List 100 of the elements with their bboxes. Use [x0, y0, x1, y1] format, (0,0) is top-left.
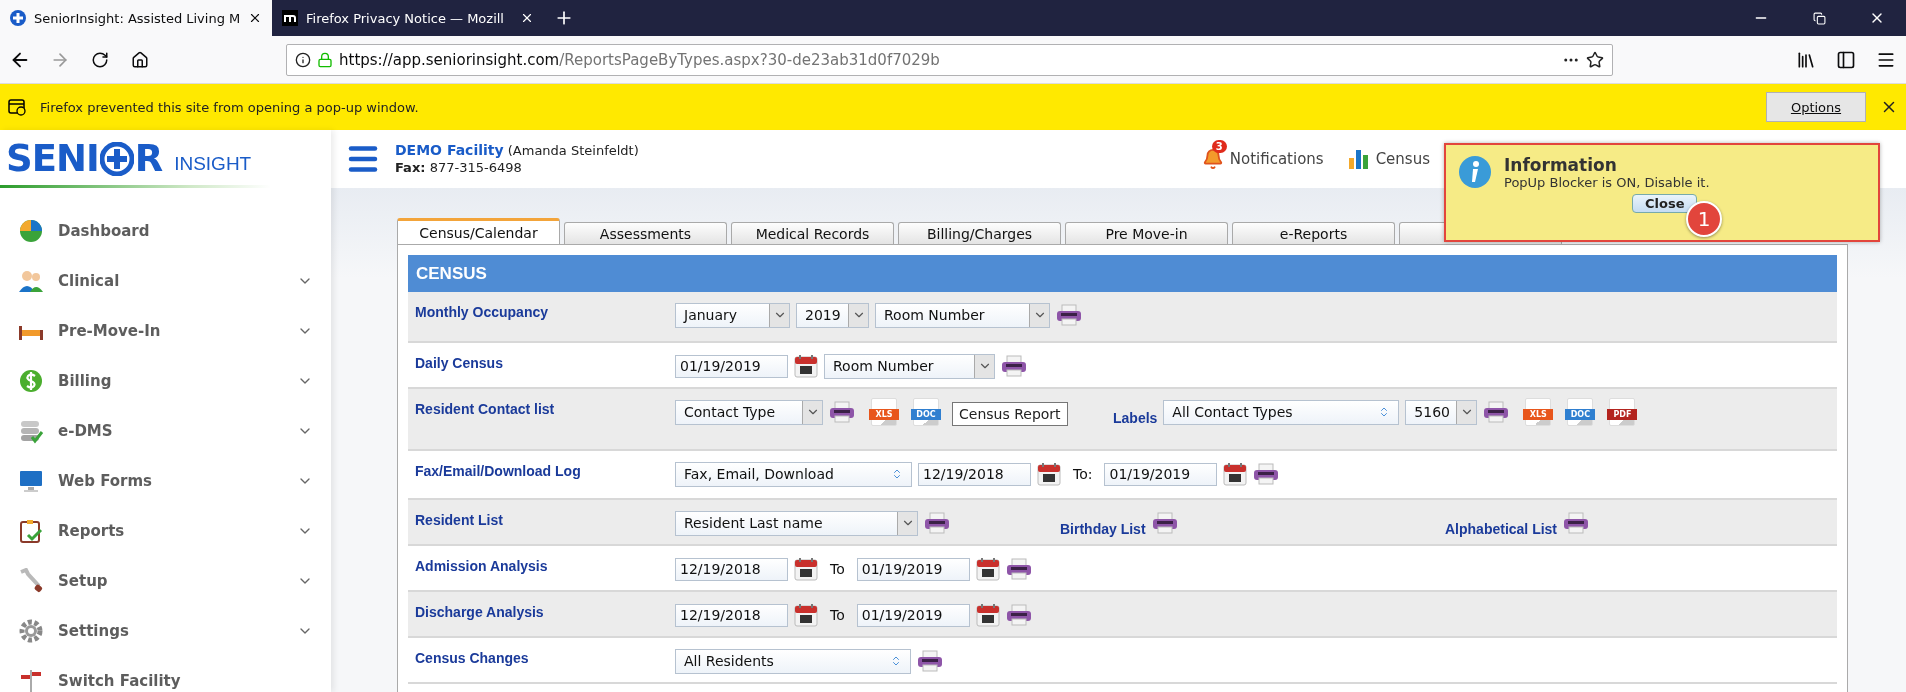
popup-blocked-icon [8, 98, 26, 116]
dropdown[interactable]: 2019 [796, 302, 869, 328]
printer-icon[interactable] [1001, 355, 1027, 377]
calendar-icon[interactable] [794, 603, 818, 627]
dropdown[interactable]: 5160 [1405, 399, 1478, 425]
printer-icon[interactable] [1563, 512, 1590, 534]
sidebar-item[interactable]: Billing [0, 356, 331, 406]
header-link[interactable]: Census [1347, 148, 1430, 170]
report-link[interactable]: Labels [1113, 410, 1158, 426]
calendar-icon[interactable] [794, 557, 818, 581]
step-badge: 1 [1686, 201, 1722, 237]
printer-icon[interactable] [924, 512, 950, 534]
calendar-icon[interactable] [1223, 462, 1248, 486]
popup-message: PopUp Blocker is ON, Disable it. [1504, 175, 1711, 190]
row-label: Discharge Analysis [415, 603, 545, 622]
dropdown[interactable]: Room Number [875, 302, 1050, 328]
favicon-icon [10, 10, 26, 26]
row-label: Monthly Occupancy [415, 303, 550, 322]
file-export-icon[interactable]: DOC [1567, 398, 1594, 426]
date-field[interactable]: 01/19/2019 [675, 354, 788, 378]
printer-icon[interactable] [1483, 401, 1510, 423]
date-field[interactable]: 01/19/2019 [856, 557, 970, 581]
printer-icon[interactable] [917, 650, 943, 672]
printer-icon[interactable] [1056, 304, 1082, 326]
tab[interactable]: e-Reports [1232, 222, 1395, 244]
tab[interactable]: Assessments [564, 222, 727, 244]
bell-icon [1201, 148, 1224, 170]
dropdown[interactable]: Resident Last name [675, 510, 918, 536]
tooltip: Census Report [952, 402, 1068, 426]
file-export-icon[interactable]: DOC [913, 398, 939, 426]
dropdown[interactable]: Contact Type [675, 399, 823, 425]
printer-icon[interactable] [829, 401, 855, 423]
calendar-icon[interactable] [1037, 462, 1061, 486]
people-icon [18, 268, 44, 294]
sidebar-item[interactable]: Dashboard [0, 206, 331, 256]
sidebar-icon[interactable] [1836, 49, 1856, 70]
date-field[interactable]: 12/19/2018 [675, 557, 788, 581]
tab[interactable]: Pre Move-in [1065, 222, 1228, 244]
restore-icon[interactable] [1812, 11, 1826, 25]
report-link[interactable]: Birthday List [1060, 521, 1146, 537]
printer-icon[interactable] [1253, 463, 1280, 485]
monitor-icon [18, 468, 44, 494]
clipboard-icon [18, 518, 44, 544]
sidebar-item[interactable]: Clinical [0, 256, 331, 306]
date-field[interactable]: 01/19/2019 [1104, 462, 1218, 486]
close-icon[interactable] [248, 11, 262, 25]
file-export-icon[interactable]: PDF [1609, 398, 1636, 426]
row-label: Admission Analysis [415, 557, 549, 576]
row-label: Census Changes [415, 649, 530, 668]
date-field[interactable]: 01/19/2019 [856, 603, 970, 627]
section-header: CENSUS [408, 255, 1837, 292]
home-icon[interactable] [131, 50, 149, 69]
browser-tab[interactable]: Firefox Privacy Notice — Mozill [272, 0, 544, 36]
file-export-icon[interactable]: XLS [1525, 398, 1552, 426]
tab[interactable]: Billing/Charges [898, 222, 1061, 244]
printer-icon[interactable] [1005, 558, 1032, 580]
close-button[interactable]: Close [1632, 194, 1698, 213]
reload-icon[interactable] [91, 50, 109, 69]
dropdown[interactable]: January [675, 302, 790, 328]
star-icon[interactable] [1586, 50, 1604, 69]
report-link[interactable]: Alphabetical List [1445, 521, 1558, 537]
address-bar[interactable]: https://app.seniorinsight.com/ReportsPageByTypes.aspx?30-de23ab31d0f7029b [286, 43, 1613, 76]
calendar-icon[interactable] [794, 354, 818, 378]
printer-icon[interactable] [1005, 604, 1032, 626]
tab[interactable]: Medical Records [731, 222, 894, 244]
lock-icon [317, 51, 333, 68]
options-button[interactable]: Options [1766, 92, 1866, 122]
row-label: Resident Contact list [415, 400, 556, 419]
dropdown[interactable]: All Residents [675, 648, 911, 674]
dropdown-arrow-icon[interactable] [890, 655, 902, 667]
sidebar-item[interactable]: Setup [0, 556, 331, 606]
sidebar-item[interactable]: e-DMS [0, 406, 331, 456]
sidebar-item[interactable]: Pre-Move-In [0, 306, 331, 356]
browser-tab[interactable]: SeniorInsight: Assisted Living M [0, 0, 272, 36]
date-field[interactable]: 12/19/2018 [675, 603, 788, 627]
row-label: Daily Census [415, 354, 504, 373]
popup-title: Information [1504, 155, 1618, 175]
info-icon [1458, 155, 1492, 189]
tab[interactable]: Census/Calendar [397, 218, 560, 244]
calendar-icon[interactable] [975, 603, 1000, 627]
calendar-icon[interactable] [975, 557, 1000, 581]
logo[interactable]: SENI R INSIGHT [0, 130, 270, 188]
info-icon[interactable] [295, 51, 311, 68]
to-label: To: [1073, 466, 1093, 482]
dropdown-arrow-icon[interactable] [891, 468, 903, 480]
close-icon[interactable] [520, 11, 534, 25]
sidebar-item[interactable]: Settings [0, 606, 331, 656]
printer-icon[interactable] [1151, 512, 1178, 534]
dropdown[interactable]: Room Number [824, 353, 995, 379]
date-field[interactable]: 12/19/2018 [918, 462, 1031, 486]
sidebar-item[interactable]: Switch Facility [0, 656, 331, 692]
notification-message: Firefox prevented this site from opening a pop-up window. [40, 99, 420, 115]
dropdown[interactable]: Fax, Email, Download [675, 461, 912, 487]
favicon-icon [282, 10, 298, 26]
dropdown[interactable]: All Contact Types [1163, 399, 1400, 425]
file-export-icon[interactable]: XLS [871, 398, 897, 426]
to-label: To [830, 607, 845, 623]
sidebar-item[interactable]: Web Forms [0, 456, 331, 506]
sidebar-item[interactable]: Reports [0, 506, 331, 556]
fax-number: Fax: 877-315-6498 [395, 159, 523, 176]
